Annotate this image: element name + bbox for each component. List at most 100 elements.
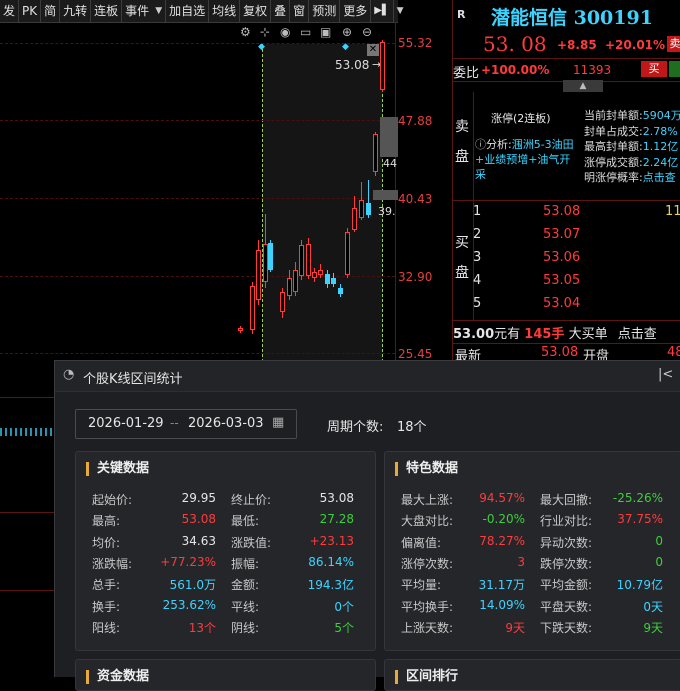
stat-row: 最大上涨: 94.57% 最大回撤: -25.26% bbox=[385, 491, 675, 512]
weibi-count: 11393 bbox=[573, 63, 612, 77]
toolbar-item-adjust[interactable]: 复权 bbox=[240, 0, 272, 22]
bid-row[interactable]: 4 53.05 bbox=[473, 273, 680, 293]
analysis-block[interactable]: ⓘ分析:涠洲5-3油田+业绩预增+油气开采 bbox=[475, 137, 580, 182]
stat-value: 13个 bbox=[188, 620, 216, 635]
stat-value: 0 bbox=[655, 533, 663, 548]
stat-label: 阴线: bbox=[231, 620, 260, 635]
eye-icon[interactable]: ◉ bbox=[280, 25, 290, 39]
stat-value: -25.26% bbox=[612, 491, 663, 505]
zoom-out-icon[interactable]: ⊖ bbox=[362, 25, 372, 39]
weibi-label: 委比 bbox=[453, 66, 480, 81]
toolbar-item-more[interactable]: 更多 bbox=[340, 0, 372, 22]
limit-stat-row: 涨停成交额:2.24亿 bbox=[584, 155, 679, 169]
stat-value: 53.08 bbox=[181, 512, 216, 527]
chevron-down-icon[interactable]: ▼ bbox=[394, 6, 407, 16]
bid-price: 53.08 bbox=[543, 204, 581, 219]
stat-label: 振幅: bbox=[231, 556, 260, 571]
fund-data-title: 资金数据 bbox=[86, 670, 149, 684]
stat-row: 起始价: 29.95 终止价: 53.08 bbox=[76, 491, 366, 512]
stat-row: 涨跌幅: +77.23% 振幅: 86.14% bbox=[76, 555, 366, 576]
close-range-icon[interactable]: ✕ bbox=[367, 44, 379, 56]
buy-button[interactable]: 买 bbox=[641, 61, 667, 77]
stock-badge: R bbox=[457, 8, 466, 21]
dialog-titlebar[interactable]: ◔ 个股K线区间统计 |< bbox=[55, 361, 680, 392]
stat-label: 平均量: bbox=[401, 578, 442, 593]
fund-data-panel: 资金数据 bbox=[75, 659, 376, 691]
selected-range-region[interactable] bbox=[262, 44, 383, 362]
stat-value: 3 bbox=[517, 554, 525, 569]
toolbar-item-jian[interactable]: 简 bbox=[41, 0, 61, 22]
kline-chart[interactable]: ⚙ ⊹ ◉ ▭ ▣ ⊕ ⊖ ◆ ◆ ✕ 55.32 47.88 40.43 32… bbox=[0, 22, 452, 362]
stat-label: 最大上涨: bbox=[401, 493, 454, 507]
camera-icon[interactable]: ▣ bbox=[320, 25, 331, 39]
sell-button[interactable]: 卖 bbox=[667, 36, 680, 52]
grid-icon[interactable]: ⊹ bbox=[260, 25, 270, 39]
stat-label: 均价: bbox=[92, 535, 121, 550]
toolbar-item-overlay[interactable]: 叠 bbox=[271, 0, 291, 22]
bid-level: 2 bbox=[473, 227, 482, 242]
latest-row: 最新 53.08 开盘 48 bbox=[453, 343, 680, 364]
bid-row[interactable]: 3 53.06 bbox=[473, 250, 680, 270]
candle-body bbox=[373, 134, 378, 172]
toolbar-item-forecast[interactable]: 预测 bbox=[309, 0, 341, 22]
buy-button-dark[interactable] bbox=[669, 61, 680, 77]
axis-tag-44: 44 bbox=[383, 157, 397, 170]
collapse-panel-icon[interactable]: |< bbox=[658, 367, 673, 382]
toolbar-item-add-watchlist[interactable]: 加自选 bbox=[166, 0, 210, 22]
toolbar-item-ma[interactable]: 均线 bbox=[209, 0, 241, 22]
toolbar-item-window[interactable]: 窗 bbox=[290, 0, 310, 22]
collapse-handle-icon[interactable]: ▲ bbox=[563, 80, 603, 92]
bid-level: 4 bbox=[473, 273, 482, 288]
chart-toolbar: 发 PK 简 九转 连板 事件 ▼ 加自选 均线 复权 叠 窗 预测 更多 ▶▌… bbox=[0, 0, 404, 23]
chevron-down-icon[interactable]: ▼ bbox=[152, 0, 167, 22]
calendar-icon[interactable]: ▦ bbox=[272, 415, 284, 430]
bid-row[interactable]: 5 53.04 bbox=[473, 296, 680, 316]
candle-body bbox=[352, 208, 357, 230]
bid-row[interactable]: 1 53.08 11 bbox=[473, 204, 680, 224]
range-rank-title: 区间排行 bbox=[395, 670, 458, 684]
stat-value: 10.79亿 bbox=[616, 578, 663, 593]
toolbar-item-pk[interactable]: PK bbox=[19, 0, 42, 22]
play-to-end-icon[interactable]: ▶▌ bbox=[371, 0, 394, 22]
limit-stat-row[interactable]: 明涨停概率:点击查 bbox=[584, 170, 680, 186]
stat-label: 涨停次数: bbox=[401, 556, 454, 571]
sell-side-label: 卖盘 bbox=[455, 119, 469, 165]
stat-row: 阳线: 13个 阴线: 5个 bbox=[76, 619, 366, 640]
bid-row[interactable]: 2 53.07 bbox=[473, 227, 680, 247]
toolbar-item-shijian[interactable]: 事件 bbox=[122, 0, 152, 22]
stat-label: 最低: bbox=[231, 514, 260, 529]
stat-value: +77.23% bbox=[160, 554, 216, 569]
stat-label: 平线: bbox=[231, 599, 260, 614]
big-order-row[interactable]: 53.00元有 145手 大买单 点击查 bbox=[453, 323, 680, 342]
price-change: +8.85 bbox=[557, 38, 597, 52]
stat-value: 9天 bbox=[643, 620, 663, 635]
stock-name-code[interactable]: 潜能恒信 300191 bbox=[491, 3, 653, 30]
stat-value: 0 bbox=[655, 554, 663, 569]
basket-icon[interactable]: ▭ bbox=[300, 25, 311, 39]
stat-value: 0天 bbox=[643, 599, 663, 614]
candle-body bbox=[256, 250, 261, 300]
axis-highlight-box bbox=[373, 190, 398, 200]
stat-row: 总手: 561.0万 金额: 194.3亿 bbox=[76, 576, 366, 597]
toolbar-item-lianban[interactable]: 连板 bbox=[91, 0, 123, 22]
stat-label: 终止价: bbox=[231, 493, 272, 507]
settings-icon[interactable]: ⚙ bbox=[240, 25, 251, 39]
stat-value: 561.0万 bbox=[169, 578, 216, 593]
period-count-value: 18个 bbox=[397, 420, 427, 435]
bid-level: 5 bbox=[473, 296, 482, 311]
end-date[interactable]: 2026-03-03 bbox=[188, 416, 264, 431]
big-order-link[interactable]: 点击查 bbox=[618, 327, 657, 342]
dialog-title: 个股K线区间统计 bbox=[83, 372, 183, 387]
candle-body bbox=[338, 288, 343, 294]
left-divider-line bbox=[0, 590, 54, 591]
latest-value: 53.08 bbox=[541, 345, 579, 360]
start-date[interactable]: 2026-01-29 bbox=[88, 416, 164, 431]
stat-row: 平均量: 31.17万 平均金额: 10.79亿 bbox=[385, 576, 675, 597]
zoom-in-icon[interactable]: ⊕ bbox=[342, 25, 352, 39]
toolbar-item-fa[interactable]: 发 bbox=[0, 0, 20, 22]
stat-label: 涨跌值: bbox=[231, 535, 272, 550]
limit-up-tag: 涨停(2连板) bbox=[491, 112, 551, 125]
big-order-qty: 145手 bbox=[524, 327, 565, 342]
date-range-picker[interactable]: 2026-01-29 -- 2026-03-03 ▦ bbox=[75, 409, 297, 439]
toolbar-item-jiuzhuan[interactable]: 九转 bbox=[60, 0, 92, 22]
